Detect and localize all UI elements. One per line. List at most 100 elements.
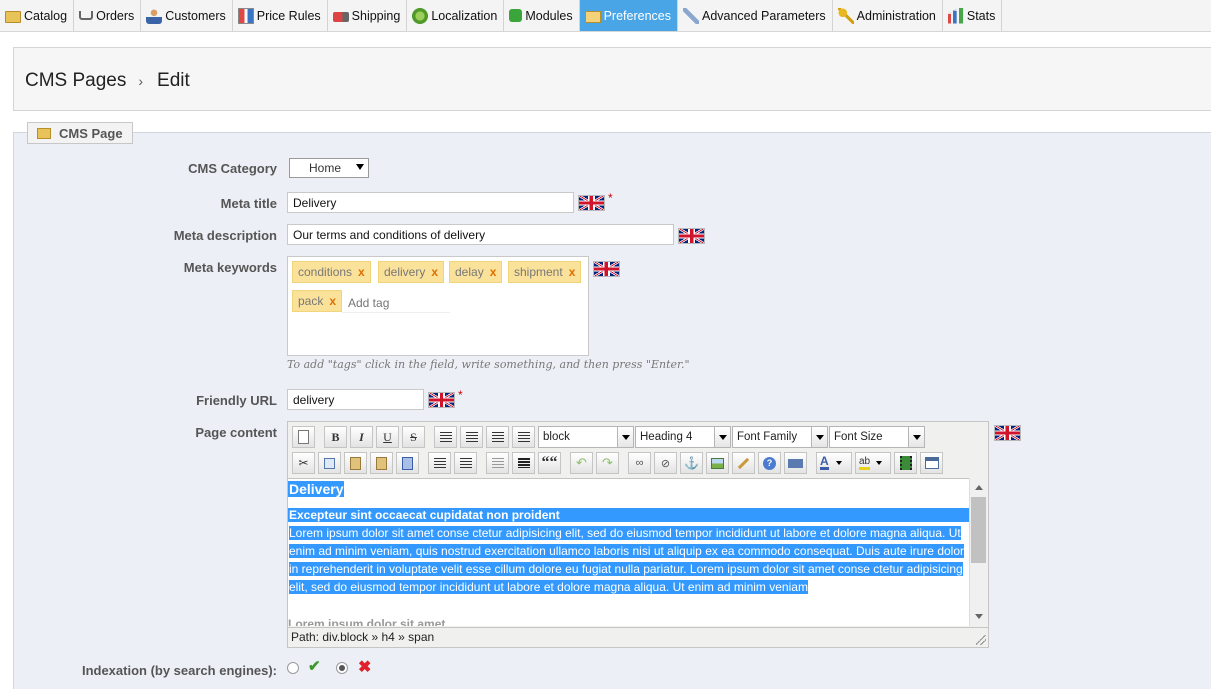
editor-toolbar-row-2: ✂ ““ ↶ ↷ ∞ ⊘ ⚓ ? A ab <box>292 451 946 475</box>
align-right-button[interactable] <box>486 426 509 448</box>
format-select[interactable]: block <box>538 426 634 448</box>
editor-scrollbar[interactable] <box>969 478 987 626</box>
indexation-yes-radio[interactable] <box>287 662 299 674</box>
underline-button[interactable]: U <box>376 426 399 448</box>
help-button[interactable]: ? <box>758 452 781 474</box>
breadcrumb-section[interactable]: CMS Pages <box>25 70 126 92</box>
align-right-icon <box>491 432 504 442</box>
insert-link-button[interactable]: ∞ <box>628 452 651 474</box>
unlink-icon: ⊘ <box>660 457 671 470</box>
anchor-button[interactable]: ⚓ <box>680 452 703 474</box>
tab-stats[interactable]: Stats <box>943 0 1003 31</box>
new-document-button[interactable] <box>292 426 315 448</box>
cleanup-button[interactable] <box>732 452 755 474</box>
tab-advanced-parameters[interactable]: Advanced Parameters <box>678 0 833 31</box>
tab-shipping[interactable]: Shipping <box>328 0 408 31</box>
globe-icon <box>412 7 429 24</box>
background-color-button[interactable]: ab <box>855 452 891 474</box>
paste-text-icon <box>376 456 387 470</box>
remove-tag-icon[interactable]: x <box>569 265 576 279</box>
insert-image-button[interactable] <box>706 452 729 474</box>
scroll-down-icon[interactable] <box>975 614 983 619</box>
link-icon: ∞ <box>635 457 644 469</box>
indent-button[interactable] <box>512 452 535 474</box>
highlight-color-icon: ab <box>859 456 871 470</box>
paste-word-button[interactable] <box>396 452 419 474</box>
paste-text-button[interactable] <box>370 452 393 474</box>
style-select[interactable]: Heading 4 <box>635 426 731 448</box>
remove-tag-icon[interactable]: x <box>431 265 438 279</box>
cut-button[interactable]: ✂ <box>292 452 315 474</box>
strikethrough-button[interactable]: S <box>402 426 425 448</box>
tab-orders[interactable]: Orders <box>74 0 142 31</box>
redo-button[interactable]: ↷ <box>596 452 619 474</box>
font-family-select[interactable]: Font Family <box>732 426 828 448</box>
breadcrumb: CMS Pages › Edit <box>25 70 190 92</box>
outdent-button[interactable] <box>486 452 509 474</box>
undo-button[interactable]: ↶ <box>570 452 593 474</box>
insert-media-button[interactable] <box>894 452 917 474</box>
unlink-button[interactable]: ⊘ <box>654 452 677 474</box>
tab-label: Customers <box>165 8 226 23</box>
bullet-list-icon <box>433 458 446 468</box>
selected-text: Lorem ipsum dolor sit amet conse ctetur … <box>289 526 964 594</box>
remove-tag-icon[interactable]: x <box>329 294 336 308</box>
tab-modules[interactable]: Modules <box>504 0 580 31</box>
uk-flag-icon[interactable] <box>994 425 1021 441</box>
copy-button[interactable] <box>318 452 341 474</box>
uk-flag-icon[interactable] <box>593 261 620 277</box>
indexation-no-radio[interactable] <box>336 662 348 674</box>
tag-label: delivery <box>384 265 426 279</box>
tab-administration[interactable]: Administration <box>833 0 943 31</box>
resize-grip-icon[interactable] <box>976 635 986 645</box>
italic-button[interactable]: I <box>350 426 373 448</box>
remove-tag-icon[interactable]: x <box>490 265 497 279</box>
uk-flag-icon[interactable] <box>678 228 705 244</box>
numbered-list-button[interactable] <box>454 452 477 474</box>
tag-delivery: delivery x <box>378 261 445 283</box>
tags-hint: To add "tags" click in the field, write … <box>287 358 690 371</box>
align-center-button[interactable] <box>460 426 483 448</box>
format-select-value: block <box>543 431 570 443</box>
meta-description-input[interactable]: Our terms and conditions of delivery <box>287 224 674 245</box>
text-color-button[interactable]: A <box>816 452 852 474</box>
tab-customers[interactable]: Customers <box>141 0 233 31</box>
uk-flag-icon[interactable] <box>578 195 605 211</box>
tab-localization[interactable]: Localization <box>407 0 505 31</box>
check-icon: ✔ <box>308 658 321 675</box>
font-family-select-value: Font Family <box>737 431 798 443</box>
editor-content-area[interactable]: Delivery Excepteur sint occaecat cupidat… <box>288 478 970 626</box>
align-left-button[interactable] <box>434 426 457 448</box>
tab-preferences[interactable]: Preferences <box>579 0 678 31</box>
tab-catalog[interactable]: Catalog <box>0 0 75 31</box>
tab-label: Price Rules <box>256 8 321 23</box>
cms-category-label: CMS Category <box>188 161 277 176</box>
friendly-url-input[interactable]: delivery <box>287 389 424 410</box>
meta-title-label: Meta title <box>220 196 277 211</box>
tag-label: shipment <box>514 265 563 279</box>
meta-keywords-tag-input[interactable]: conditions x delivery x delay x shipment x p… <box>287 256 589 356</box>
remove-tag-icon[interactable]: x <box>358 265 365 279</box>
scrollbar-thumb[interactable] <box>971 497 986 563</box>
blockquote-button[interactable]: ““ <box>538 452 561 474</box>
align-justify-button[interactable] <box>512 426 535 448</box>
tag-conditions: conditions x <box>292 261 371 283</box>
meta-title-input[interactable]: Delivery <box>287 192 574 213</box>
truck-icon <box>332 11 349 22</box>
folder-icon <box>37 127 51 139</box>
paste-button[interactable] <box>344 452 367 474</box>
add-tag-input[interactable] <box>342 293 450 313</box>
redo-icon: ↷ <box>602 455 613 470</box>
scroll-up-icon[interactable] <box>975 485 983 490</box>
cms-category-select[interactable]: Home <box>289 158 369 178</box>
bold-button[interactable]: B <box>324 426 347 448</box>
font-size-select[interactable]: Font Size <box>829 426 925 448</box>
brush-icon <box>737 457 750 469</box>
bullet-list-button[interactable] <box>428 452 451 474</box>
template-button[interactable] <box>920 452 943 474</box>
uk-flag-icon[interactable] <box>428 392 455 408</box>
content-heading: Delivery <box>288 481 345 497</box>
numbered-list-icon <box>459 458 472 468</box>
tab-price-rules[interactable]: Price Rules <box>233 0 328 31</box>
html-source-button[interactable] <box>784 452 807 474</box>
